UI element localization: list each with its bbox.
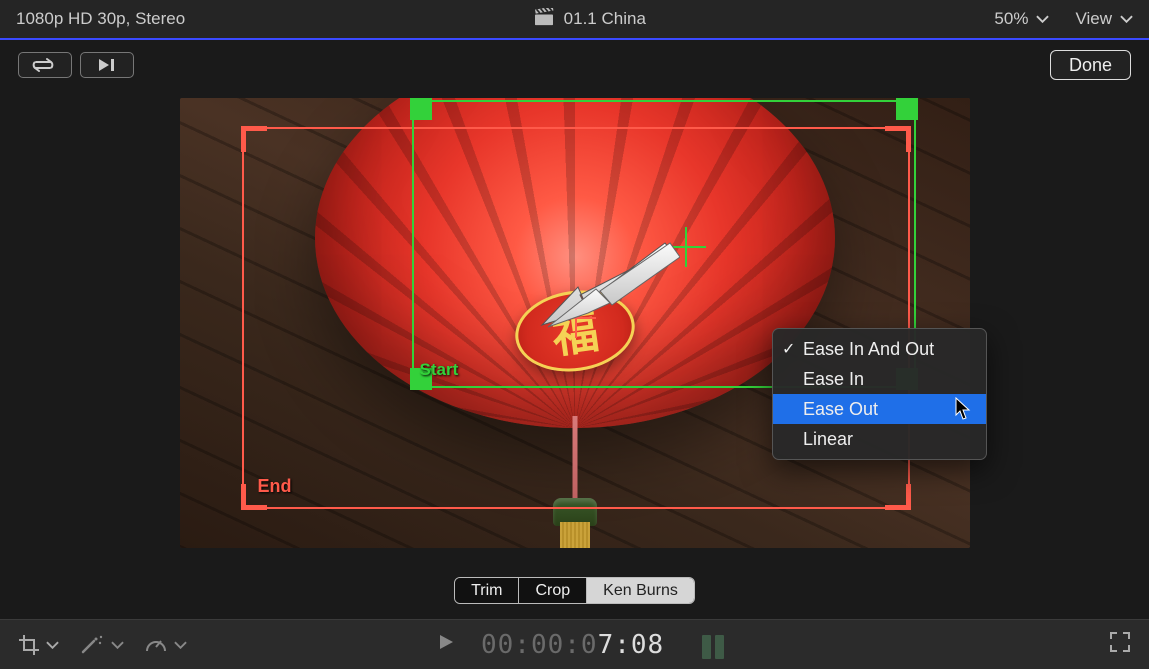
end-frame-center-crosshair xyxy=(556,298,596,338)
chevron-down-icon xyxy=(111,641,124,649)
mode-crop-button[interactable]: Crop xyxy=(519,578,587,603)
magic-wand-icon xyxy=(79,634,105,656)
timecode-display[interactable]: 00:00:07:08 xyxy=(481,630,664,660)
play-to-end-icon xyxy=(93,57,121,73)
fullscreen-icon xyxy=(1109,631,1131,653)
play-icon xyxy=(437,633,455,651)
audio-meter xyxy=(702,631,724,659)
format-label: 1080p HD 30p, Stereo xyxy=(16,9,185,29)
chevron-down-icon xyxy=(174,641,187,649)
chevron-down-icon xyxy=(46,641,59,649)
crop-icon xyxy=(18,634,40,656)
chevron-down-icon xyxy=(1120,15,1133,23)
swap-arrows-icon xyxy=(31,57,59,73)
easing-option-ease-in[interactable]: Ease In xyxy=(773,364,986,394)
mode-trim-button[interactable]: Trim xyxy=(455,578,519,603)
fullscreen-button[interactable] xyxy=(1109,631,1131,658)
timeline-toolbar: 00:00:07:08 xyxy=(0,619,1149,669)
view-menu[interactable]: View xyxy=(1075,9,1133,29)
zoom-menu[interactable]: 50% xyxy=(994,9,1049,29)
viewer-canvas[interactable]: 福 End Start xyxy=(180,98,970,548)
timecode-leading: 00:00:0 xyxy=(481,630,598,660)
clip-title: 01.1 China xyxy=(564,9,646,29)
enhance-tool-menu[interactable] xyxy=(79,634,124,656)
retime-tool-menu[interactable] xyxy=(144,634,187,656)
easing-option-ease-in-and-out[interactable]: Ease In And Out xyxy=(773,334,986,364)
done-button[interactable]: Done xyxy=(1050,50,1131,80)
mouse-cursor-icon xyxy=(955,397,973,421)
view-menu-label: View xyxy=(1075,9,1112,29)
speedometer-icon xyxy=(144,634,168,656)
viewer-info-bar: 1080p HD 30p, Stereo 01.1 China 50% View xyxy=(0,0,1149,40)
preview-ken-burns-button[interactable] xyxy=(80,52,134,78)
timecode-trailing: 7:08 xyxy=(598,630,665,660)
viewer-toolbar: Done xyxy=(0,40,1149,90)
crop-tool-menu[interactable] xyxy=(18,634,59,656)
easing-option-linear[interactable]: Linear xyxy=(773,424,986,454)
chevron-down-icon xyxy=(1036,15,1049,23)
play-button[interactable] xyxy=(437,633,461,656)
crop-mode-segmented-control[interactable]: TrimCropKen Burns xyxy=(454,577,695,604)
swap-start-end-button[interactable] xyxy=(18,52,72,78)
zoom-level-label: 50% xyxy=(994,9,1028,29)
easing-context-menu[interactable]: Ease In And OutEase InEase OutLinear xyxy=(772,328,987,460)
clapperboard-icon xyxy=(534,8,554,31)
mode-ken-burns-button[interactable]: Ken Burns xyxy=(587,578,694,603)
